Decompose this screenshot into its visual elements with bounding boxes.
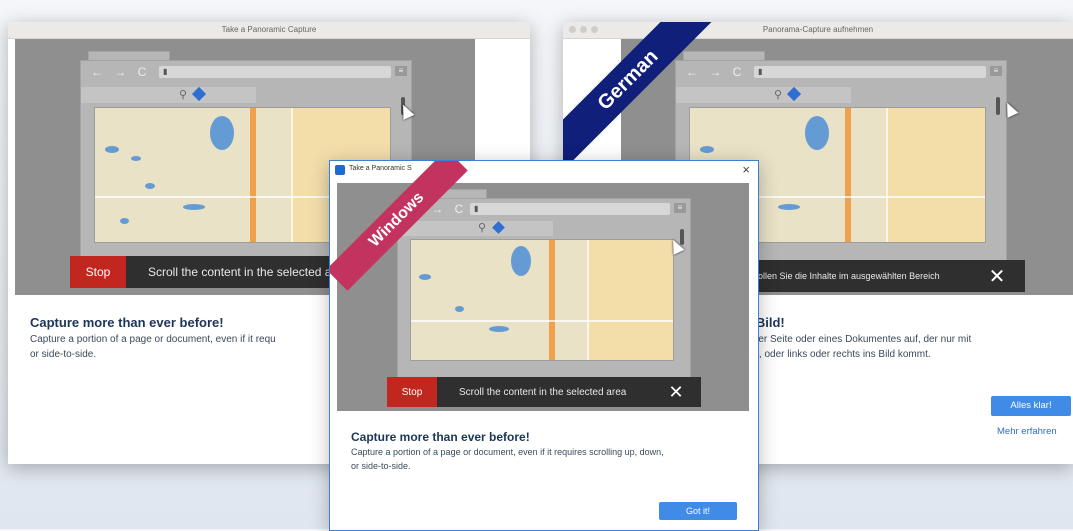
german-window-title: Panorama-Capture aufnehmen (762, 25, 874, 34)
german-title-bar: Panorama-Capture aufnehmen (563, 22, 1073, 39)
browser-menu-icon: ≡ (395, 66, 407, 76)
english-heading: Capture more than ever before! (30, 315, 224, 330)
windows-window: Take a Panoramic S × ← → C ▮ ≡ ⚲ Stop Sc… (329, 160, 759, 531)
english-stop-button[interactable]: Stop (70, 256, 126, 288)
german-body-line2: ten, oder links oder rechts ins Bild kom… (745, 349, 931, 360)
lock-icon: ▮ (474, 204, 479, 213)
german-stop-bar: rollen Sie die Inhalte im ausgewählten B… (753, 260, 1025, 292)
windows-close-icon[interactable]: × (742, 162, 750, 177)
windows-window-title: Take a Panoramic S (349, 165, 412, 172)
browser-nav-icons: ← → C (686, 65, 746, 79)
english-title-bar: Take a Panoramic Capture (8, 22, 530, 39)
windows-stop-button[interactable]: Stop (387, 377, 437, 407)
windows-body-line2: or side-to-side. (351, 461, 411, 471)
english-window-title: Take a Panoramic Capture (221, 25, 317, 34)
browser-menu-icon: ≡ (674, 203, 686, 213)
browser-frame: ← → C ▮ ≡ ⚲ (397, 198, 691, 378)
search-icon: ⚲ (478, 222, 487, 234)
lock-icon: ▮ (163, 67, 168, 76)
browser-url-bar: ▮ (159, 66, 391, 78)
browser-url-bar: ▮ (754, 66, 986, 78)
windows-body-line1: Capture a portion of a page or document,… (351, 447, 664, 457)
english-scroll-instruction: Scroll the content in the selected a (126, 256, 348, 288)
app-logo-icon (335, 165, 345, 175)
windows-stop-bar: Stop Scroll the content in the selected … (387, 377, 701, 407)
browser-nav-icons: ← → C (91, 65, 151, 79)
browser-toolbar-strip (676, 87, 851, 103)
german-ok-button[interactable]: Alles klar! (991, 396, 1071, 416)
german-close-icon[interactable]: ✕ (969, 260, 1025, 292)
browser-toolbar-strip (398, 221, 553, 236)
windows-title-bar: Take a Panoramic S × (330, 161, 758, 179)
browser-toolbar-strip (81, 87, 256, 103)
browser-menu-icon: ≡ (990, 66, 1002, 76)
windows-scroll-instruction: Scroll the content in the selected area (437, 377, 651, 407)
german-body-line1: einer Seite oder eines Dokumentes auf, d… (745, 334, 972, 345)
german-scroll-instruction: rollen Sie die Inhalte im ausgewählten B… (753, 260, 969, 292)
browser-url-bar: ▮ (470, 203, 670, 215)
search-icon: ⚲ (774, 89, 783, 101)
english-body-line1: Capture a portion of a page or document,… (30, 334, 276, 345)
map-area (410, 239, 674, 361)
windows-heading: Capture more than ever before! (351, 430, 530, 444)
german-more-link[interactable]: Mehr erfahren (997, 426, 1057, 437)
windows-ok-button[interactable]: Got it! (659, 502, 737, 520)
windows-stop-close-icon[interactable]: ✕ (651, 377, 701, 407)
minimize-dot-icon (580, 26, 587, 33)
search-icon: ⚲ (179, 89, 188, 101)
scrollbar-thumb (996, 97, 1000, 115)
close-dot-icon (569, 26, 576, 33)
english-body-line2: or side-to-side. (30, 349, 97, 360)
lock-icon: ▮ (758, 67, 763, 76)
window-controls[interactable] (569, 26, 598, 33)
english-stop-bar: Stop Scroll the content in the selected … (70, 256, 348, 288)
zoom-dot-icon (591, 26, 598, 33)
